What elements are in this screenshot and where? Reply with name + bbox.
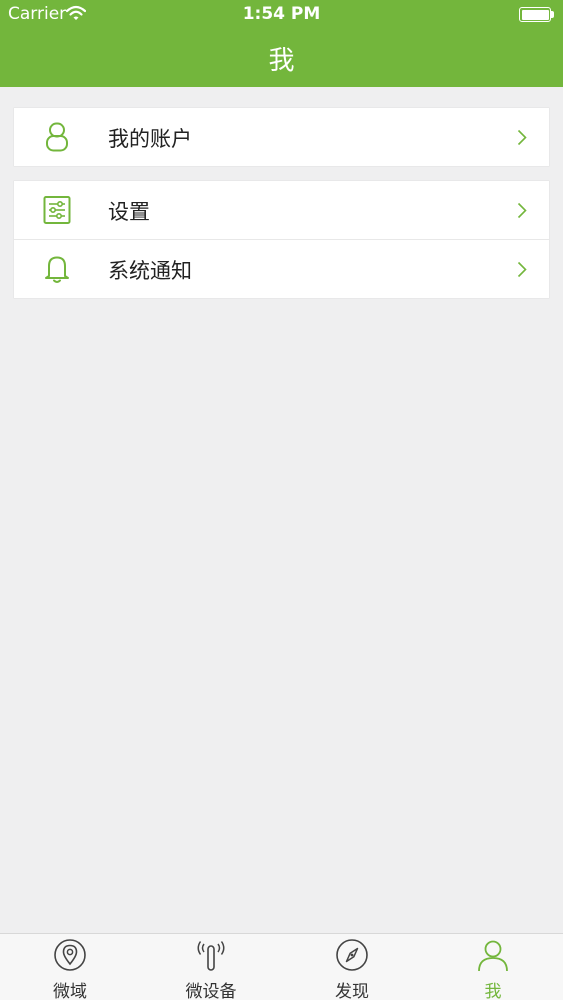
tab-bar: 微域 微设备 发现 我: [0, 933, 563, 1000]
person-icon: [478, 940, 508, 972]
tab-label: 发现: [335, 982, 369, 1000]
navigation-bar: 我: [0, 29, 563, 87]
menu-item-label: 设置: [108, 200, 150, 224]
tab-label: 微设备: [185, 982, 237, 1000]
menu-item-label: 系统通知: [108, 259, 192, 283]
user-icon: [46, 122, 68, 152]
tab-faxian[interactable]: 发现: [282, 934, 422, 1000]
menu-item-label: 我的账户: [108, 127, 192, 151]
menu-item-my-account[interactable]: 我的账户: [14, 108, 549, 166]
tab-wo[interactable]: 我: [423, 934, 563, 1000]
compass-icon: [336, 939, 368, 971]
tab-weishebei[interactable]: 微设备: [141, 934, 281, 1000]
chevron-right-icon: [517, 261, 527, 278]
menu-item-settings[interactable]: 设置: [14, 181, 549, 239]
settings-group: 设置 系统通知: [14, 181, 549, 298]
chevron-right-icon: [517, 129, 527, 146]
chevron-right-icon: [517, 202, 527, 219]
sliders-icon: [43, 196, 71, 224]
battery-icon: [519, 7, 555, 22]
signal-device-icon: [197, 941, 225, 971]
menu-item-system-notifications[interactable]: 系统通知: [14, 239, 549, 298]
account-group: 我的账户: [14, 108, 549, 166]
bell-icon: [45, 256, 69, 283]
status-time: 1:54 PM: [242, 4, 321, 24]
page-title: 我: [268, 45, 295, 76]
tab-weiyu[interactable]: 微域: [0, 934, 140, 1000]
location-pin-icon: [54, 939, 86, 971]
status-bar: Carrier 1:54 PM: [0, 0, 563, 29]
tab-label: 我: [484, 982, 502, 1000]
tab-label: 微域: [53, 982, 87, 1000]
